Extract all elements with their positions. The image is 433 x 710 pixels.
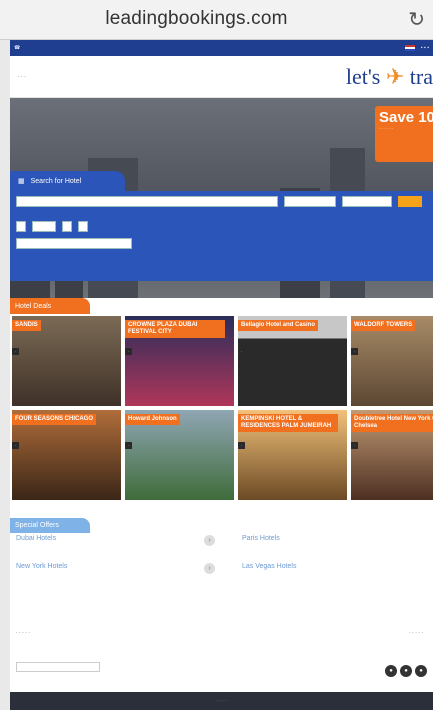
- top-bar: ☎ ▪ ▪ ▪: [10, 40, 433, 56]
- hotel-card[interactable]: SANDIS ·: [12, 316, 121, 406]
- arrow-right-icon[interactable]: ›: [204, 535, 215, 546]
- hotel-card[interactable]: WALDORF TOWERS ·: [351, 316, 433, 406]
- search-button[interactable]: [398, 196, 422, 207]
- hotel-icon: ▦: [18, 178, 25, 185]
- browser-frame: leadingbookings.com ↻ ☎ ▪ ▪ ▪ · · · let'…: [0, 0, 433, 710]
- hotel-card[interactable]: KEMPINSKI HOTEL & RESIDENCES PALM JUMEIR…: [238, 410, 347, 500]
- web-page: ☎ ▪ ▪ ▪ · · · let's ✈ tra Save 10 · · · …: [10, 40, 433, 710]
- nationality-select[interactable]: [16, 238, 132, 249]
- adults-select[interactable]: [62, 221, 72, 232]
- site-logo[interactable]: let's ✈ tra: [346, 64, 433, 90]
- social-icons: ● ● ●: [385, 665, 427, 677]
- rooms-select[interactable]: [16, 221, 26, 232]
- hotel-deals-title: Hotel Deals: [10, 298, 90, 314]
- hotel-name: KEMPINSKI HOTEL & RESIDENCES PALM JUMEIR…: [238, 414, 338, 432]
- search-form: [10, 191, 433, 281]
- header-link[interactable]: · · ·: [18, 74, 26, 80]
- browser-url-bar[interactable]: leadingbookings.com ↻: [0, 0, 433, 40]
- destination-input[interactable]: [16, 196, 278, 207]
- newsletter-section: · · · · ·: [16, 630, 30, 636]
- offer-link[interactable]: Paris Hotels: [242, 535, 280, 542]
- site-header: · · · let's ✈ tra: [10, 56, 433, 98]
- hotel-name: FOUR SEASONS CHICAGO: [12, 414, 97, 425]
- hotel-card[interactable]: Howard Johnson ·: [125, 410, 234, 500]
- offer-link[interactable]: Las Vegas Hotels: [242, 563, 296, 570]
- social-icon[interactable]: ●: [415, 665, 427, 677]
- social-section: · · · · ·: [409, 630, 423, 636]
- hotel-card[interactable]: FOUR SEASONS CHICAGO ·: [12, 410, 121, 500]
- hotel-name: CROWNE PLAZA DUBAI FESTIVAL CITY: [125, 320, 225, 338]
- room-select[interactable]: [32, 221, 56, 232]
- hotel-location: ·: [125, 348, 133, 355]
- hotel-name: Bellagio Hotel and Casino: [238, 320, 319, 331]
- hotel-location: ·: [238, 348, 246, 355]
- offer-link[interactable]: Dubai Hotels: [16, 535, 56, 542]
- call-icon: ☎: [14, 45, 21, 51]
- hotel-location: ·: [12, 348, 20, 355]
- special-offers-title: Special Offers: [10, 518, 90, 533]
- hotel-name: WALDORF TOWERS: [351, 320, 416, 331]
- newsletter-input[interactable]: [16, 662, 100, 672]
- promo-title: Save 10: [379, 109, 433, 126]
- hotel-card[interactable]: Doubletree Hotel New York City - Chelsea…: [351, 410, 433, 500]
- hotel-location: ·: [351, 348, 359, 355]
- offer-link[interactable]: New York Hotels: [16, 563, 67, 570]
- hotel-location: ·: [351, 442, 359, 449]
- account-links[interactable]: ▪ ▪ ▪: [421, 45, 429, 51]
- plane-icon: ✈: [385, 64, 405, 89]
- hotel-name: Doubletree Hotel New York City - Chelsea: [351, 414, 433, 432]
- reload-icon[interactable]: ↻: [408, 7, 425, 32]
- hotel-location: ·: [238, 442, 246, 449]
- hotel-location: ·: [125, 442, 133, 449]
- search-tab-label: Search for Hotel: [30, 177, 82, 185]
- promo-badge[interactable]: Save 10 · · · · ·: [375, 106, 433, 162]
- hotel-card[interactable]: Bellagio Hotel and Casino ·: [238, 316, 347, 406]
- hotel-name: SANDIS: [12, 320, 41, 331]
- arrow-right-icon[interactable]: ›: [204, 563, 215, 574]
- flag-icon[interactable]: [404, 45, 415, 51]
- hotel-name: Howard Johnson: [125, 414, 180, 425]
- children-select[interactable]: [78, 221, 88, 232]
- hero-banner: Save 10 · · · · · ▦ Search for Hotel: [10, 98, 433, 298]
- hotel-deals-grid: SANDIS · CROWNE PLAZA DUBAI FESTIVAL CIT…: [10, 316, 433, 500]
- url-text[interactable]: leadingbookings.com: [0, 8, 393, 30]
- hotel-card[interactable]: CROWNE PLAZA DUBAI FESTIVAL CITY ·: [125, 316, 234, 406]
- social-icon[interactable]: ●: [385, 665, 397, 677]
- search-hotel-tab[interactable]: ▦ Search for Hotel: [10, 171, 125, 191]
- social-icon[interactable]: ●: [400, 665, 412, 677]
- promo-text: · · · · ·: [379, 126, 393, 132]
- hotel-location: ·: [12, 442, 20, 449]
- check-in-input[interactable]: [284, 196, 336, 207]
- check-out-input[interactable]: [342, 196, 392, 207]
- footer: · · · · ·: [10, 692, 433, 710]
